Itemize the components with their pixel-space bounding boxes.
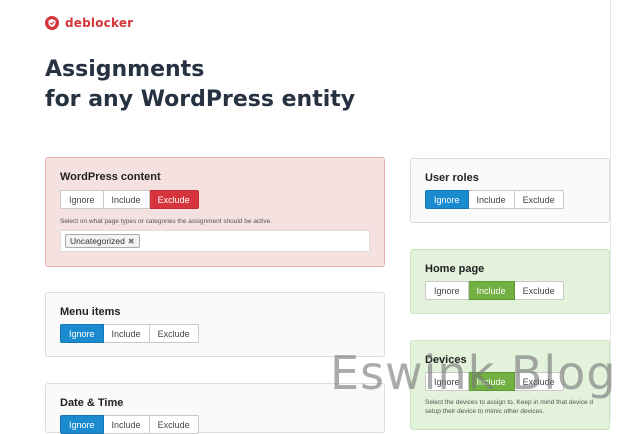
include-button[interactable]: Include <box>103 190 150 209</box>
card-title: Menu items <box>60 306 121 318</box>
card-title: User roles <box>425 172 479 184</box>
ignore-button[interactable]: Ignore <box>60 324 104 343</box>
card-home-page: Home page Ignore Include Exclude <box>410 249 610 314</box>
shield-icon <box>45 16 59 30</box>
ignore-button[interactable]: Ignore <box>60 190 104 209</box>
help-text: Select on what page types or categories … <box>60 218 273 225</box>
exclude-button[interactable]: Exclude <box>149 190 199 209</box>
tag-label: Uncategorized <box>70 236 125 246</box>
include-button[interactable]: Include <box>103 324 150 343</box>
exclude-button[interactable]: Exclude <box>149 324 199 343</box>
exclude-button[interactable]: Exclude <box>514 190 564 209</box>
ignore-button[interactable]: Ignore <box>425 190 469 209</box>
assignment-toggle: Ignore Include Exclude <box>60 324 199 343</box>
assignment-toggle: Ignore Include Exclude <box>425 281 564 300</box>
brand-name: deblocker <box>65 16 134 30</box>
include-button[interactable]: Include <box>468 190 515 209</box>
card-title: WordPress content <box>60 171 161 183</box>
exclude-button[interactable]: Exclude <box>514 281 564 300</box>
page-title-line2: for any WordPress entity <box>45 87 356 112</box>
ignore-button[interactable]: Ignore <box>425 281 469 300</box>
card-title: Date & Time <box>60 397 124 409</box>
assignment-toggle: Ignore Include Exclude <box>425 190 564 209</box>
card-wordpress-content: WordPress content Ignore Include Exclude… <box>45 157 385 267</box>
assignment-toggle: Ignore Include Exclude <box>60 190 199 209</box>
card-title: Home page <box>425 263 485 275</box>
tag-chip: Uncategorized ✖ <box>65 234 140 248</box>
brand: deblocker <box>45 16 133 30</box>
remove-tag-icon[interactable]: ✖ <box>128 237 135 246</box>
help-text-line2: setup their device to mimic other device… <box>425 408 545 415</box>
include-button[interactable]: Include <box>468 281 515 300</box>
card-user-roles: User roles Ignore Include Exclude <box>410 158 610 223</box>
content-tag-input[interactable]: Uncategorized ✖ <box>60 230 370 252</box>
help-text-line1: Select the devices to assign to. Keep in… <box>425 399 594 406</box>
page-title: Assignments for any WordPress entity <box>45 55 355 115</box>
page-title-line1: Assignments <box>45 57 205 82</box>
watermark: Eswink Blog <box>330 346 617 400</box>
